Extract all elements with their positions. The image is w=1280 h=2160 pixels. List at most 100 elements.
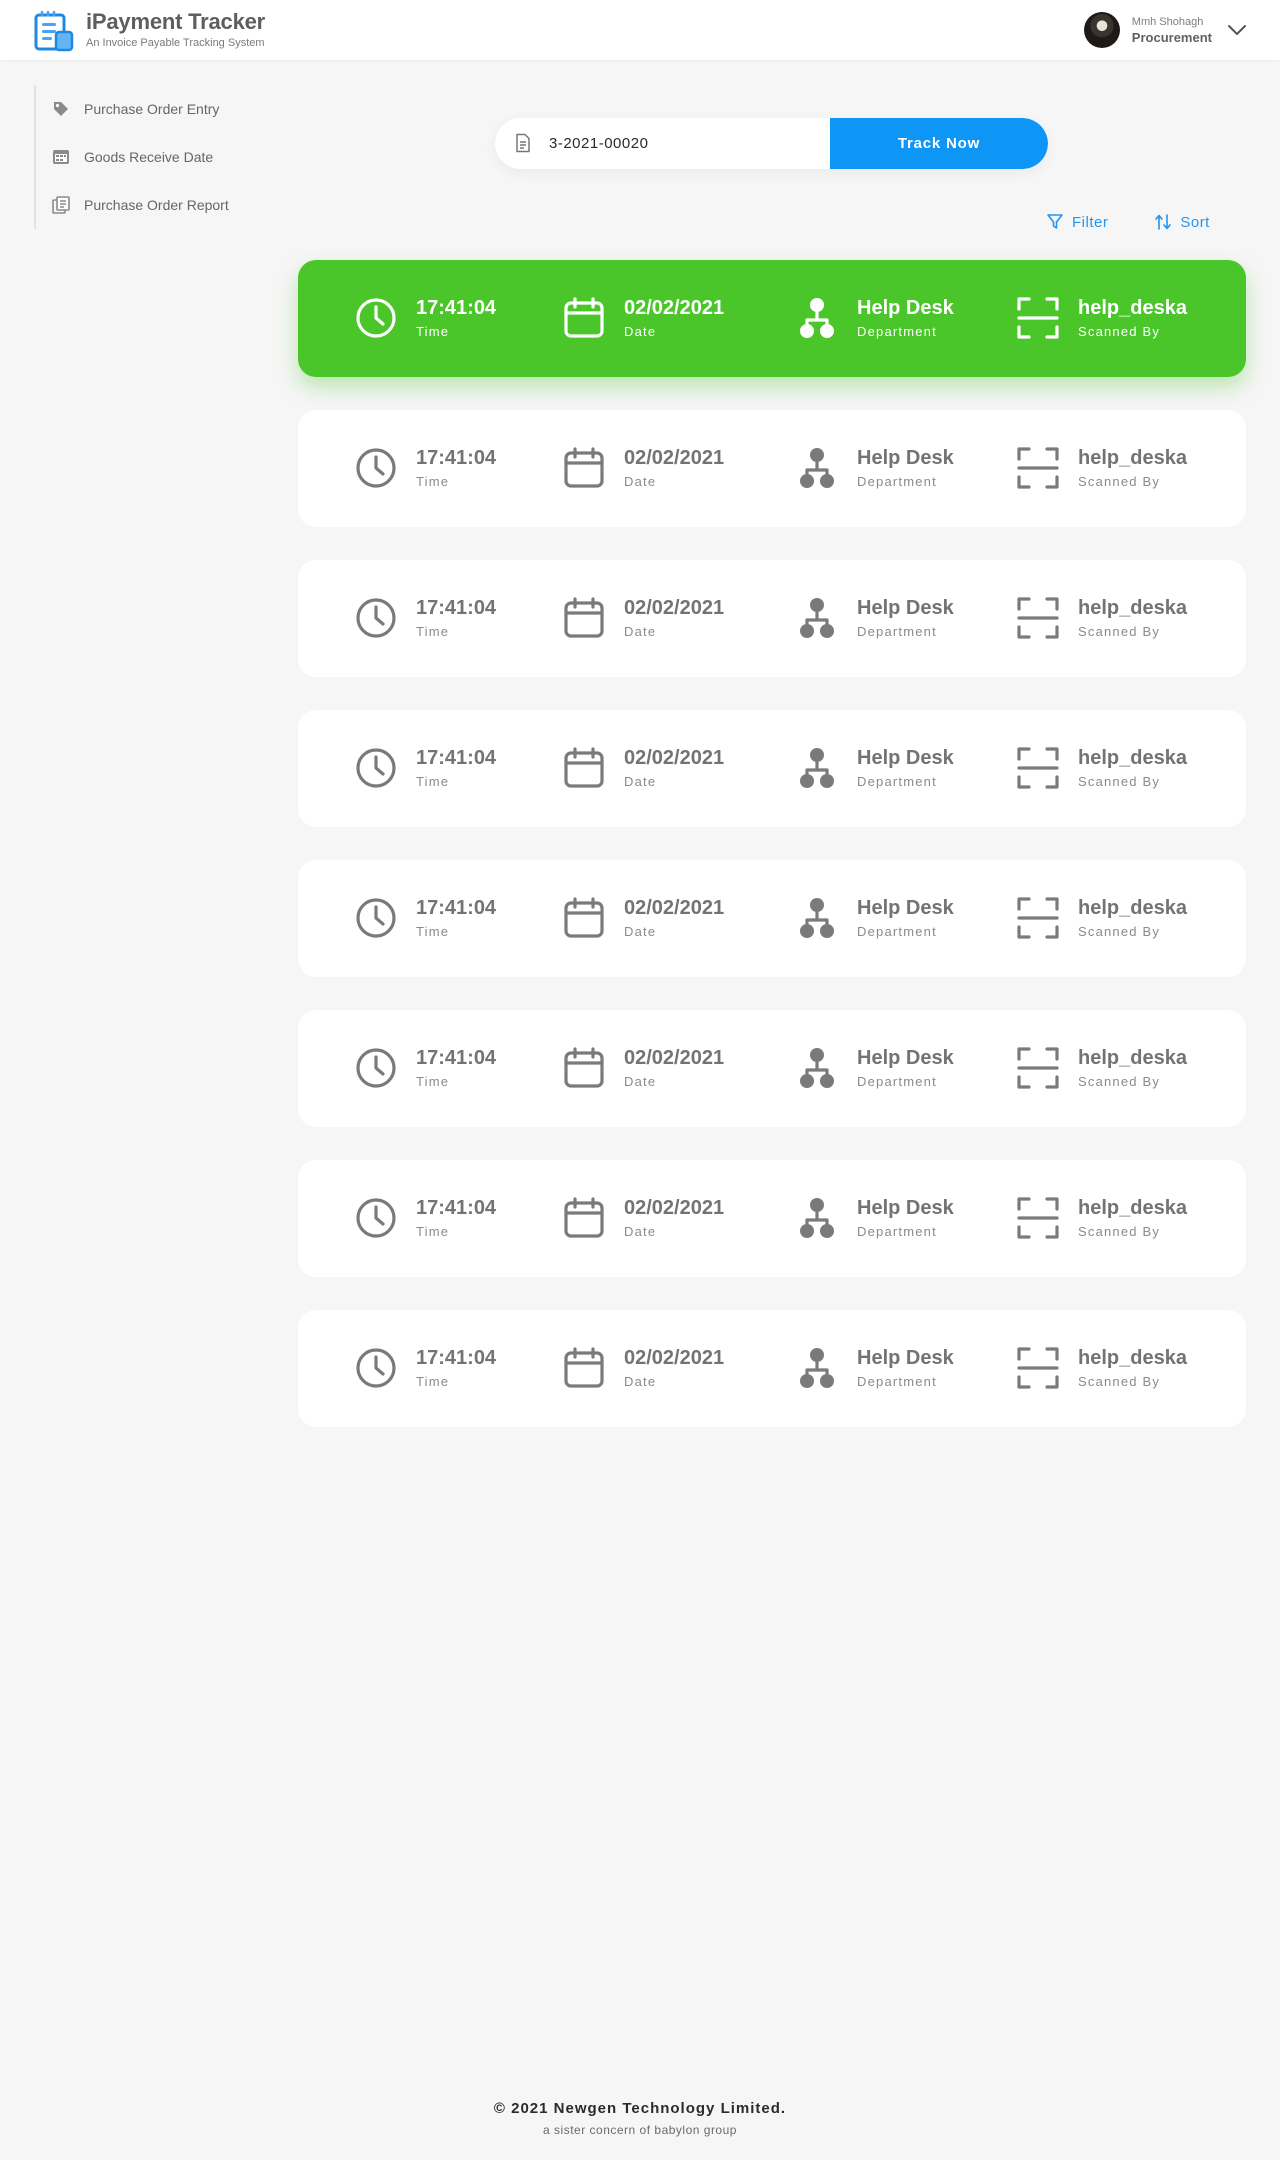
user-menu[interactable]: Mmh Shohagh Procurement bbox=[1083, 10, 1248, 50]
copyright-text: © 2021 Newgen Technology Limited. bbox=[493, 2100, 787, 2117]
tracking-record-card[interactable]: 17:41:04 Time 02/02/2021 Date Help Desk Dep… bbox=[298, 560, 1246, 677]
scanned-by-value: help_deska bbox=[1078, 597, 1187, 619]
time-value: 17:41:04 bbox=[416, 297, 497, 319]
date-value: 02/02/2021 bbox=[624, 447, 725, 469]
sidebar-item-goods-receive-date[interactable]: Goods Receive Date bbox=[52, 133, 264, 181]
record-scanned-by: help_deska Scanned By bbox=[1016, 1346, 1187, 1390]
record-department: Help Desk Department bbox=[795, 296, 954, 340]
time-label: Time bbox=[416, 1374, 450, 1389]
app-logo-icon bbox=[34, 10, 74, 52]
report-icon bbox=[52, 196, 70, 214]
sort-button[interactable]: Sort bbox=[1154, 213, 1210, 231]
chevron-down-icon[interactable] bbox=[1226, 19, 1248, 41]
document-icon bbox=[516, 133, 530, 153]
date-value: 02/02/2021 bbox=[624, 297, 725, 319]
clock-icon bbox=[356, 298, 396, 338]
record-date: 02/02/2021 Date bbox=[562, 746, 724, 790]
department-hierarchy-icon bbox=[800, 448, 834, 488]
tracking-search-bar: Track Now bbox=[495, 118, 1048, 169]
scan-icon bbox=[1017, 1047, 1059, 1089]
sidebar-item-label: Purchase Order Entry bbox=[84, 101, 220, 117]
date-value: 02/02/2021 bbox=[624, 1347, 725, 1369]
filter-button[interactable]: Filter bbox=[1046, 213, 1108, 231]
record-date: 02/02/2021 Date bbox=[562, 596, 724, 640]
clock-icon bbox=[356, 1198, 396, 1238]
tracking-record-card[interactable]: 17:41:04 Time 02/02/2021 Date Help Desk Dep… bbox=[298, 410, 1246, 527]
time-value: 17:41:04 bbox=[416, 747, 497, 769]
date-label: Date bbox=[624, 474, 657, 489]
clock-icon bbox=[356, 448, 396, 488]
time-value: 17:41:04 bbox=[416, 897, 497, 919]
tracking-record-card[interactable]: 17:41:04 Time 02/02/2021 Date Help Desk Dep… bbox=[298, 260, 1246, 377]
department-value: Help Desk bbox=[857, 447, 954, 469]
record-time: 17:41:04 Time bbox=[354, 596, 496, 640]
calendar-icon bbox=[564, 297, 604, 338]
record-department: Help Desk Department bbox=[795, 896, 954, 940]
scanned-by-label: Scanned By bbox=[1078, 624, 1161, 639]
time-value: 17:41:04 bbox=[416, 597, 497, 619]
date-value: 02/02/2021 bbox=[624, 597, 725, 619]
clock-icon bbox=[356, 1348, 396, 1388]
time-label: Time bbox=[416, 1224, 450, 1239]
department-value: Help Desk bbox=[857, 897, 954, 919]
department-hierarchy-icon bbox=[800, 298, 834, 338]
record-date: 02/02/2021 Date bbox=[562, 1196, 724, 1240]
scanned-by-value: help_deska bbox=[1078, 1047, 1187, 1069]
record-date: 02/02/2021 Date bbox=[562, 1346, 724, 1390]
record-scanned-by: help_deska Scanned By bbox=[1016, 896, 1187, 940]
time-value: 17:41:04 bbox=[416, 447, 497, 469]
record-time: 17:41:04 Time bbox=[354, 296, 496, 340]
filter-label: Filter bbox=[1072, 213, 1109, 231]
footer-tagline: a sister concern of babylon group bbox=[543, 2123, 737, 2137]
time-label: Time bbox=[416, 474, 450, 489]
department-label: Department bbox=[857, 1224, 937, 1239]
department-value: Help Desk bbox=[857, 1347, 954, 1369]
record-time: 17:41:04 Time bbox=[354, 446, 496, 490]
tracking-record-card[interactable]: 17:41:04 Time 02/02/2021 Date Help Desk Dep… bbox=[298, 1310, 1246, 1427]
record-scanned-by: help_deska Scanned By bbox=[1016, 296, 1187, 340]
calendar-icon bbox=[564, 1197, 604, 1238]
record-scanned-by: help_deska Scanned By bbox=[1016, 746, 1187, 790]
scan-icon bbox=[1017, 1197, 1059, 1239]
clock-icon bbox=[356, 748, 396, 788]
scan-icon bbox=[1017, 1347, 1059, 1389]
clock-icon bbox=[356, 898, 396, 938]
sidebar-item-purchase-order-report[interactable]: Purchase Order Report bbox=[52, 181, 264, 229]
department-label: Department bbox=[857, 1074, 937, 1089]
tracking-record-card[interactable]: 17:41:04 Time 02/02/2021 Date Help Desk Dep… bbox=[298, 1160, 1246, 1277]
avatar[interactable] bbox=[1083, 12, 1120, 48]
tracking-record-card[interactable]: 17:41:04 Time 02/02/2021 Date Help Desk Dep… bbox=[298, 710, 1246, 827]
clock-icon bbox=[356, 1048, 396, 1088]
user-name: Mmh Shohagh bbox=[1131, 15, 1204, 28]
scanned-by-value: help_deska bbox=[1078, 747, 1187, 769]
calendar-icon bbox=[564, 1047, 604, 1088]
tracking-record-card[interactable]: 17:41:04 Time 02/02/2021 Date Help Desk Dep… bbox=[298, 1010, 1246, 1127]
scanned-by-value: help_deska bbox=[1078, 1347, 1187, 1369]
record-date: 02/02/2021 Date bbox=[562, 446, 724, 490]
date-value: 02/02/2021 bbox=[624, 747, 725, 769]
department-hierarchy-icon bbox=[800, 1048, 834, 1088]
list-toolbar: Filter Sort bbox=[1046, 213, 1210, 231]
record-department: Help Desk Department bbox=[795, 1346, 954, 1390]
tracking-record-card[interactable]: 17:41:04 Time 02/02/2021 Date Help Desk Dep… bbox=[298, 860, 1246, 977]
scan-icon bbox=[1017, 747, 1059, 789]
department-label: Department bbox=[857, 474, 937, 489]
tracking-number-input[interactable] bbox=[549, 118, 819, 169]
brand: iPayment Tracker An Invoice Payable Trac… bbox=[86, 9, 265, 49]
calendar-icon bbox=[564, 1347, 604, 1388]
sidebar: Purchase Order Entry Goods Receive Date … bbox=[34, 85, 264, 229]
sidebar-item-purchase-order-entry[interactable]: Purchase Order Entry bbox=[52, 85, 264, 133]
department-label: Department bbox=[857, 324, 937, 339]
department-label: Department bbox=[857, 774, 937, 789]
footer: © 2021 Newgen Technology Limited. a sist… bbox=[0, 2100, 1280, 2137]
track-now-button[interactable]: Track Now bbox=[830, 118, 1048, 169]
record-department: Help Desk Department bbox=[795, 446, 954, 490]
department-label: Department bbox=[857, 1374, 937, 1389]
sidebar-item-label: Purchase Order Report bbox=[84, 197, 229, 213]
scanned-by-label: Scanned By bbox=[1078, 1074, 1161, 1089]
user-info: Mmh Shohagh Procurement bbox=[1132, 16, 1212, 45]
scan-icon bbox=[1017, 597, 1059, 639]
record-scanned-by: help_deska Scanned By bbox=[1016, 446, 1187, 490]
department-label: Department bbox=[857, 924, 937, 939]
time-value: 17:41:04 bbox=[416, 1347, 497, 1369]
